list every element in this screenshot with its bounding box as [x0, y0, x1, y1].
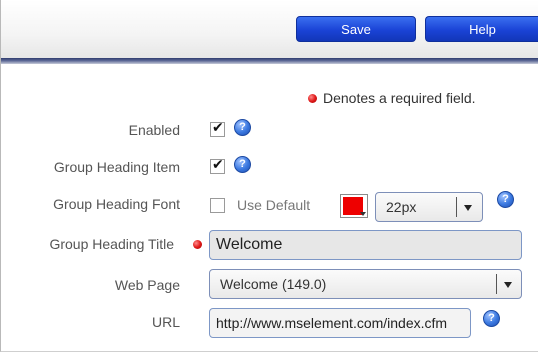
toolbar: Save Help — [1, 0, 538, 58]
enabled-checkbox[interactable] — [210, 120, 225, 137]
help-icon[interactable]: ? — [234, 119, 251, 136]
font-size-value: 22px — [386, 199, 417, 215]
font-size-select[interactable]: 22px — [375, 192, 483, 222]
enabled-label: Enabled — [128, 122, 180, 138]
required-dot-icon — [308, 93, 317, 103]
web-page-select[interactable]: Welcome (149.0) — [209, 269, 522, 299]
help-button[interactable]: Help — [425, 16, 538, 42]
toolbar-divider — [1, 58, 538, 64]
chevron-down-icon — [464, 205, 472, 211]
chevron-down-icon — [360, 212, 366, 216]
group-heading-item-checkbox[interactable] — [210, 157, 225, 174]
group-heading-item-label: Group Heading Item — [53, 159, 180, 175]
form-panel: Save Help Denotes a required field. Enab… — [0, 0, 538, 352]
web-page-label: Web Page — [114, 277, 180, 293]
url-input[interactable] — [209, 308, 471, 338]
required-note-text: Denotes a required field. — [323, 90, 476, 106]
help-icon[interactable]: ? — [483, 310, 500, 327]
select-separator — [496, 274, 497, 294]
chevron-down-icon — [504, 282, 512, 288]
font-color-picker[interactable] — [340, 194, 368, 218]
required-field-note: Denotes a required field. — [308, 90, 476, 106]
required-dot-icon — [193, 240, 202, 249]
group-heading-title-label: Group Heading Title — [49, 236, 174, 252]
use-default-label: Use Default — [237, 197, 311, 213]
url-label: URL — [151, 314, 180, 330]
save-button[interactable]: Save — [296, 16, 416, 42]
help-icon[interactable]: ? — [497, 191, 514, 208]
web-page-value: Welcome (149.0) — [220, 276, 327, 292]
use-default-checkbox[interactable] — [210, 198, 225, 213]
group-heading-title-input[interactable] — [209, 230, 522, 260]
select-separator — [456, 197, 457, 217]
help-icon[interactable]: ? — [234, 156, 251, 173]
group-heading-font-label: Group Heading Font — [53, 196, 180, 212]
